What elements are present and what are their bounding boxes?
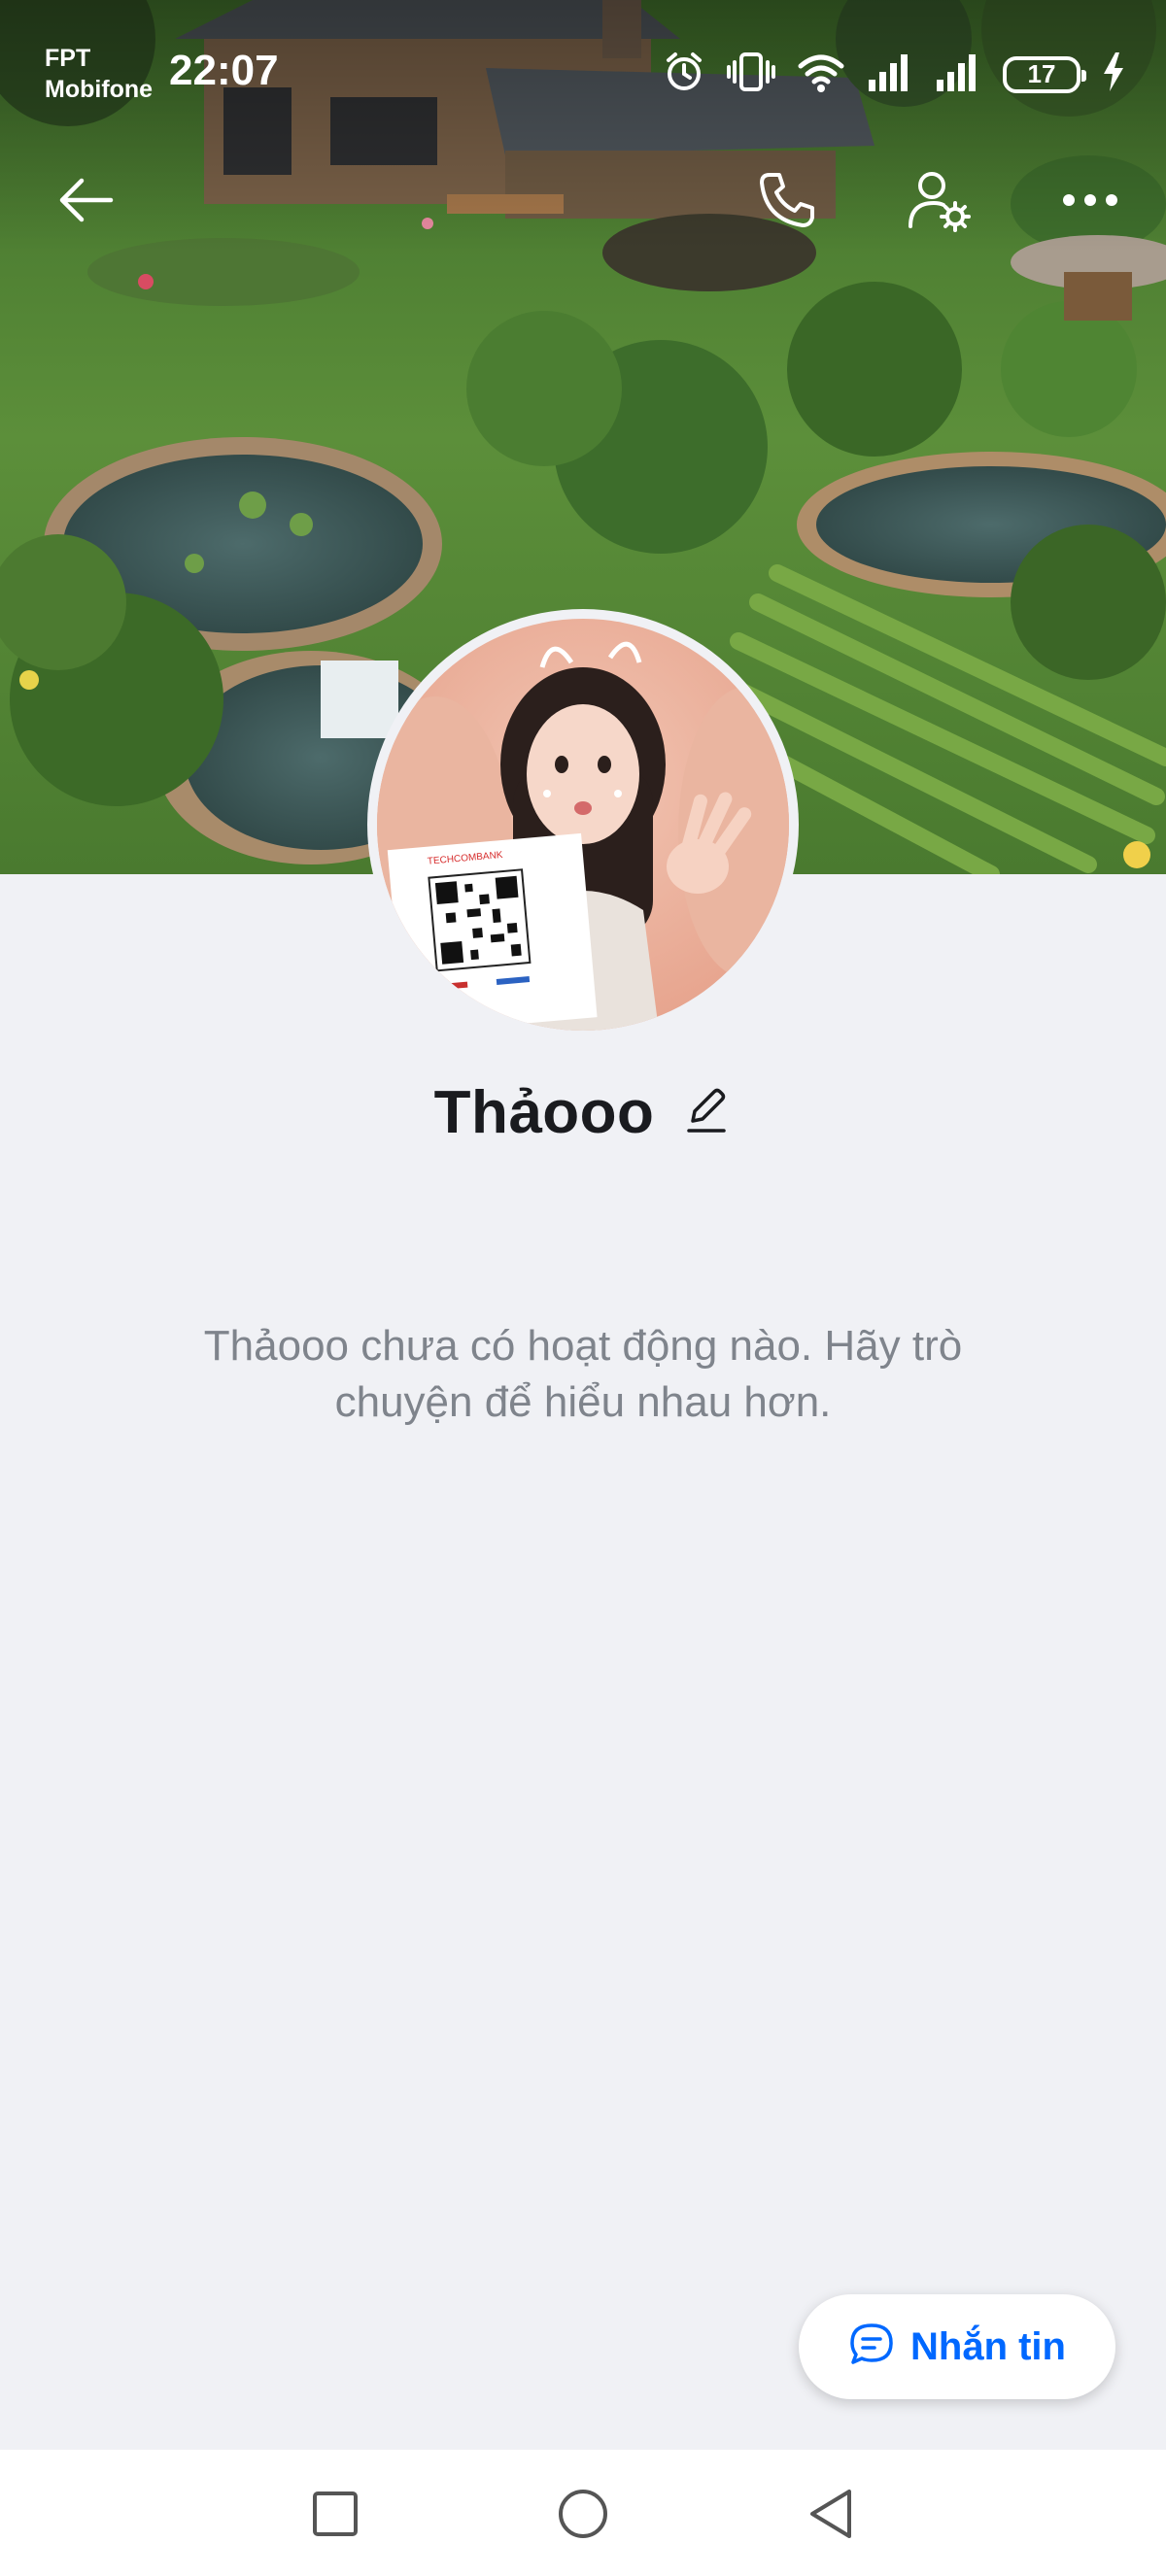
send-message-label: Nhắn tin xyxy=(910,2324,1066,2368)
home-button[interactable] xyxy=(544,2477,622,2555)
empty-activity-message: Thảooo chưa có hoạt động nào. Hãy trò ch… xyxy=(203,1322,963,1426)
edit-name-button[interactable] xyxy=(681,1088,732,1138)
wifi-icon xyxy=(797,51,845,98)
back-icon xyxy=(806,2488,855,2545)
profile-avatar[interactable]: TECHCOMBANK xyxy=(367,609,799,1040)
more-options-button[interactable] xyxy=(1051,163,1129,241)
recent-apps-button[interactable] xyxy=(296,2477,374,2555)
status-bar: FPT Mobifone 22:07 17 xyxy=(0,0,1166,146)
battery-icon: 17 xyxy=(1003,55,1086,93)
status-icons: 17 xyxy=(663,51,1125,98)
battery-level: 17 xyxy=(1027,59,1056,88)
chat-bubble-icon xyxy=(848,2322,895,2373)
profile-name: Thảooo xyxy=(433,1079,655,1146)
more-icon xyxy=(1061,190,1119,215)
home-icon xyxy=(557,2488,609,2545)
status-time: 22:07 xyxy=(169,47,279,94)
pencil-icon xyxy=(685,1086,728,1139)
carrier-label: FPT Mobifone xyxy=(45,43,153,105)
profile-name-row: Thảooo xyxy=(0,1078,1166,1147)
signal-icon xyxy=(935,52,981,96)
recent-apps-icon xyxy=(311,2490,360,2543)
carrier-line-2: Mobifone xyxy=(45,76,154,103)
signal-icon xyxy=(867,52,913,96)
call-button[interactable] xyxy=(748,163,826,241)
charging-icon xyxy=(1102,52,1125,96)
carrier-line-1: FPT xyxy=(45,45,91,72)
send-message-button[interactable]: Nhắn tin xyxy=(799,2294,1115,2399)
system-back-button[interactable] xyxy=(792,2477,870,2555)
phone-icon xyxy=(756,169,818,236)
back-arrow-icon xyxy=(56,176,115,229)
alarm-icon xyxy=(663,51,705,98)
back-button[interactable] xyxy=(47,163,124,241)
user-settings-icon xyxy=(905,166,973,239)
profile-settings-button[interactable] xyxy=(900,163,977,241)
avatar-photo: TECHCOMBANK xyxy=(377,619,789,1031)
system-navigation-bar xyxy=(0,2450,1166,2576)
vibrate-icon xyxy=(727,51,775,98)
